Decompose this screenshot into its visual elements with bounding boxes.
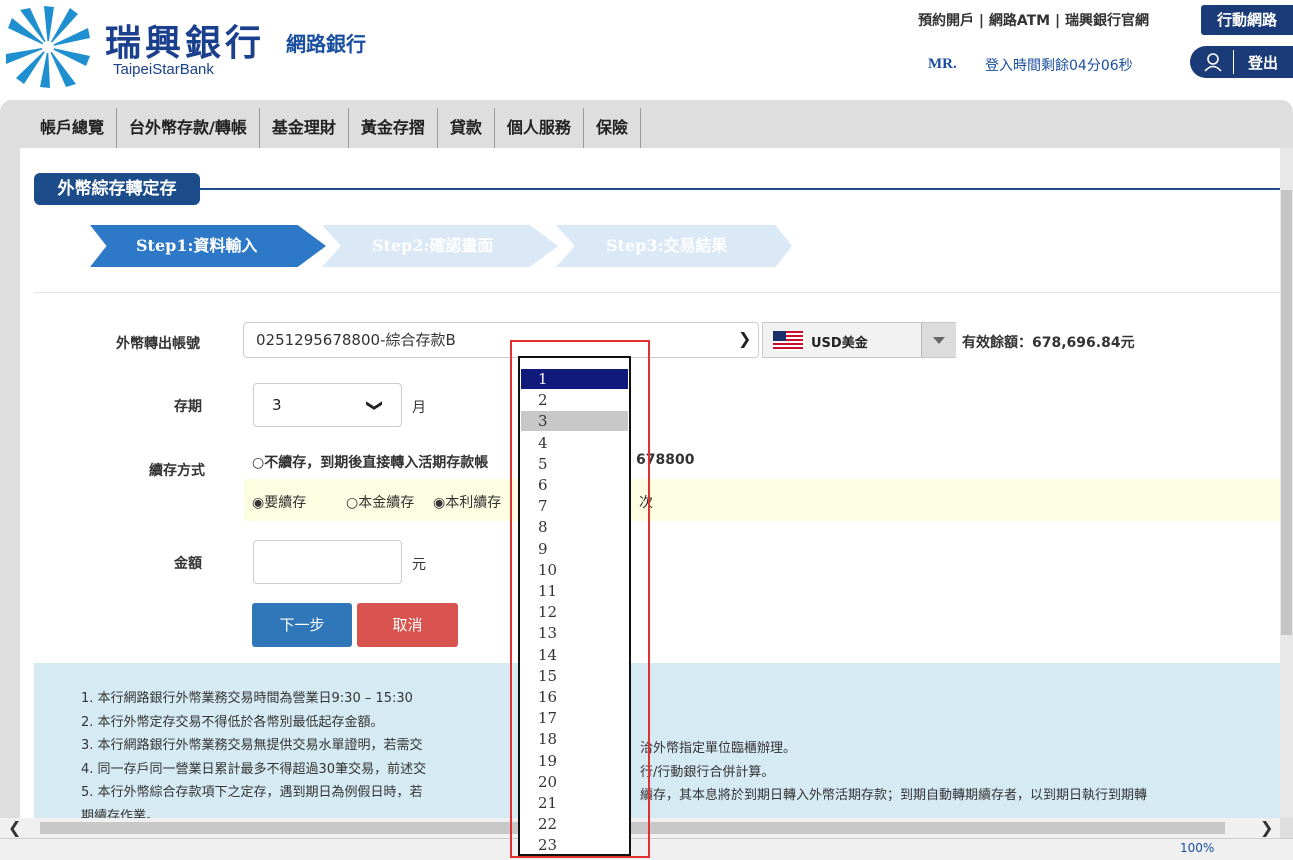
account-label: 外幣轉出帳號 (116, 336, 200, 352)
bank-subtitle: 網路銀行 (286, 32, 366, 56)
mobile-banking-button[interactable]: 行動網路 (1201, 5, 1293, 35)
bank-name-en: TaipeiStarBank (113, 61, 214, 78)
amount-unit: 元 (412, 557, 426, 573)
step-3: Step3:交易結果 (556, 225, 792, 267)
note-item: 期續存作業。 (81, 808, 160, 819)
us-flag-icon (773, 331, 803, 351)
notes-panel: 1. 本行網路銀行外幣業務交易時間為營業日9:30 – 15:30 2. 本行外… (34, 663, 1280, 818)
currency-label: USD美金 (811, 336, 868, 351)
renew-yes-option[interactable]: ◉要續存 (252, 492, 306, 512)
main-nav: 帳戶總覽 台外幣存款/轉帳 基金理財 黃金存摺 貸款 個人服務 保險 (36, 108, 641, 148)
next-button[interactable]: 下一步 (252, 603, 352, 647)
term-chevron-down-icon: ❯ (366, 398, 386, 413)
currency-select[interactable]: USD美金 (762, 322, 956, 358)
bank-logo-icon (6, 6, 90, 88)
term-unit: 月 (412, 400, 426, 416)
scroll-left-icon[interactable]: ❮ (8, 818, 21, 837)
currency-dropdown-button[interactable] (921, 323, 956, 357)
renew-principal-option[interactable]: ○本金續存 (346, 492, 414, 512)
step-2: Step2:確認畫面 (322, 225, 558, 267)
note-item: 5. 本行外幣綜合存款項下之定存，遇到期日為例假日時，若 (81, 785, 423, 800)
logout-separator (1233, 50, 1234, 74)
nav-item-funds[interactable]: 基金理財 (260, 108, 349, 148)
renew-no-option[interactable]: ○不續存，到期後直接轉入活期存款帳 (252, 452, 488, 472)
nav-item-deposits[interactable]: 台外幣存款/轉帳 (117, 108, 260, 148)
nav-item-insurance[interactable]: 保險 (584, 108, 641, 148)
step-indicator: Step1:資料輸入 Step2:確認畫面 Step3:交易結果 (90, 225, 810, 267)
renew-interest-option[interactable]: ◉本利續存 (433, 492, 501, 512)
top-links[interactable]: 預約開戶 | 網路ATM | 瑞興銀行官網 (918, 10, 1149, 30)
cancel-button[interactable]: 取消 (357, 603, 458, 647)
note-item: 4. 同一存戶同一營業日累計最多不得超過30筆交易，前述交 (81, 761, 427, 777)
logout-label[interactable]: 登出 (1248, 52, 1278, 73)
note-item: 2. 本行外幣定存交易不得低於各幣別最低起存金額。 (81, 714, 384, 730)
account-select[interactable]: 0251295678800-綜合存款B (243, 322, 759, 358)
zoom-level[interactable]: 100% (1180, 841, 1214, 855)
available-balance: 有效餘額：678,696.84元 (962, 335, 1135, 351)
nav-item-loans[interactable]: 貸款 (438, 108, 495, 148)
user-icon (1204, 53, 1222, 72)
page-title: 外幣綜存轉定存 (34, 173, 200, 205)
login-timer: 登入時間剩餘04分06秒 (985, 58, 1133, 74)
vertical-scrollbar-thumb[interactable] (1281, 190, 1292, 635)
user-name: MR. (928, 56, 957, 72)
logout-button[interactable]: 登出 (1190, 46, 1293, 78)
term-label: 存期 (174, 399, 202, 415)
scroll-right-icon[interactable]: ❯ (1260, 818, 1273, 837)
note-item: 1. 本行網路銀行外幣業務交易時間為營業日9:30 – 15:30 (81, 691, 413, 706)
nav-item-personal[interactable]: 個人服務 (495, 108, 584, 148)
bank-name: 瑞興銀行 (105, 22, 266, 64)
nav-item-accounts[interactable]: 帳戶總覽 (36, 108, 118, 148)
step-1: Step1:資料輸入 (90, 225, 326, 267)
highlight-annotation (510, 340, 650, 858)
chevron-down-icon: ❯ (738, 329, 752, 348)
note-item: 3. 本行網路銀行外幣業務交易無提供交易水單證明，若需交 (81, 738, 423, 753)
caret-down-icon (933, 337, 945, 344)
note-5-tail: 續存，其本息將於到期日轉入外幣活期存款；到期自動轉期續存者，以到期日執行到期轉 (640, 788, 1148, 803)
nav-item-gold[interactable]: 黃金存摺 (349, 108, 438, 148)
form-divider (34, 292, 1280, 293)
amount-label: 金額 (174, 556, 202, 572)
amount-input[interactable] (253, 540, 402, 584)
renew-label: 續存方式 (149, 463, 205, 479)
note-3-tail: 洽外幣指定單位臨櫃辦理。 (640, 741, 797, 756)
note-4-tail: 行/行動銀行合併計算。 (640, 765, 775, 780)
notes-list: 1. 本行網路銀行外幣業務交易時間為營業日9:30 – 15:30 2. 本行外… (81, 687, 426, 818)
header: 瑞興銀行 TaipeiStarBank 網路銀行 預約開戶 | 網路ATM | … (0, 0, 1293, 100)
title-divider (200, 188, 1280, 190)
